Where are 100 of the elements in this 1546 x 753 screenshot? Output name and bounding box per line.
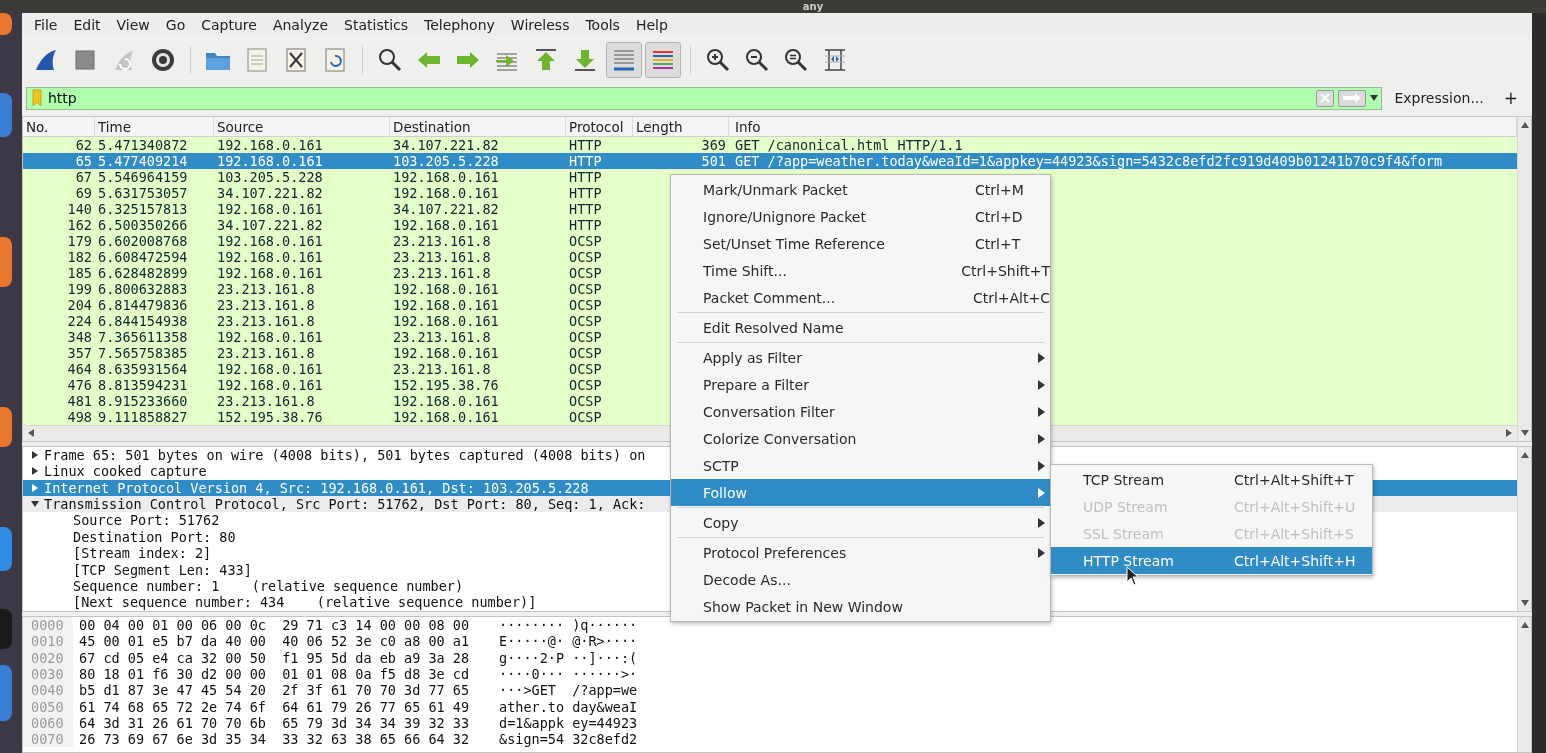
table-cell-text: 69: [74, 184, 93, 201]
table-cell-text: 192.168.0.161: [392, 312, 500, 329]
table-cell-text: 6.325157813: [97, 200, 189, 217]
table-cell-text: 348: [66, 328, 93, 345]
table-cell-text: 182: [66, 248, 93, 265]
table-cell-text: OCSP: [568, 312, 603, 329]
table-cell-text: 23.213.161.8: [392, 328, 492, 345]
table-cell-text: 192.168.0.161: [216, 328, 324, 345]
table-cell-text: 9.111858827: [97, 408, 189, 425]
table-cell-text: 192.168.0.161: [216, 376, 324, 393]
table-cell-text: 7.365611358: [97, 328, 189, 345]
table-cell-text: OCSP: [568, 296, 603, 313]
table-cell-text: OCSP: [568, 248, 603, 265]
table-cell-text: 6.800632883: [97, 280, 189, 297]
table-cell-text: OCSP: [568, 408, 603, 425]
table-cell-text: 224: [66, 312, 93, 329]
table-cell-text: 6.628482899: [97, 264, 189, 281]
table-cell-text: 5.471340872: [97, 136, 189, 153]
ascii-text: d=1&appk ey=44923: [499, 714, 638, 731]
ascii-text: ather.to day&weaI: [499, 698, 638, 715]
table-cell-text: 103.205.5.228: [216, 168, 324, 185]
hex-bytes: 45 00 01 e5 b7 da 40 00 40 06 52 3e c0 a8 00 a1: [79, 633, 471, 650]
table-cell-text: 6.814479836: [97, 296, 189, 313]
table-cell-text: 179: [66, 232, 93, 249]
hex-bytes: 67 cd 05 e4 ca 32 00 50 f1 95 5d da eb a9 3a 28: [79, 649, 471, 666]
ascii-text: ····0··· ······>·: [499, 666, 638, 683]
table-cell-text: 192.168.0.161: [392, 184, 500, 201]
table-cell-text: 199: [66, 280, 93, 297]
table-cell-text: 23.213.161.8: [216, 312, 316, 329]
hex-bytes: 00 04 00 01 00 06 00 0c 29 71 c3 14 00 00 08 00: [79, 617, 471, 634]
table-cell-text: 192.168.0.161: [392, 168, 500, 185]
table-cell-text: 6.500350266: [97, 216, 189, 233]
hex-bytes: 80 18 01 f6 30 d2 00 00 01 01 08 0a f5 d8 3e cd: [79, 666, 471, 683]
table-cell-text: 8.915233660: [97, 392, 189, 409]
offset-cell: 0070: [23, 731, 73, 748]
table-cell-text: 192.168.0.161: [216, 200, 324, 217]
table-cell-text: 23.213.161.8: [216, 280, 316, 297]
offset-cell: 0040: [23, 682, 73, 699]
table-cell-text: 192.168.0.161: [216, 232, 324, 249]
table-cell-text: 23.213.161.8: [216, 344, 316, 361]
table-cell-text: 152.195.38.76: [216, 408, 324, 425]
table-cell-text: HTTP: [568, 200, 603, 217]
table-cell-text: 34.107.221.82: [216, 184, 324, 201]
table-cell-text: OCSP: [568, 360, 603, 377]
table-cell-text: 6.844154938: [97, 312, 189, 329]
table-cell-text: 498: [66, 408, 93, 425]
table-cell-text: 192.168.0.161: [392, 216, 500, 233]
table-cell-text: 62: [74, 136, 93, 153]
table-cell-text: 192.168.0.161: [392, 392, 500, 409]
table-cell-text: 23.213.161.8: [216, 392, 316, 409]
table-cell-text: 192.168.0.161: [392, 408, 500, 425]
table-cell-text: 192.168.0.161: [216, 360, 324, 377]
table-cell-text: 23.213.161.8: [392, 360, 492, 377]
table-cell-text: 34.107.221.82: [392, 136, 500, 153]
table-cell-text: 192.168.0.161: [392, 280, 500, 297]
table-cell-text: HTTP: [568, 136, 603, 153]
table-cell-text: 357: [66, 344, 93, 361]
table-cell-text: 65: [74, 152, 93, 169]
table-cell-text: OCSP: [568, 376, 603, 393]
table-cell-text: OCSP: [568, 232, 603, 249]
hex-bytes: 61 74 68 65 72 2e 74 6f 64 61 79 26 77 65 61 49: [79, 698, 471, 715]
table-cell-text: 23.213.161.8: [216, 296, 316, 313]
ascii-text: g····2·P ··]···:(: [499, 649, 638, 666]
offset-cell: 0010: [23, 633, 73, 650]
table-cell-text: 8.635931564: [97, 360, 189, 377]
table-cell-text: HTTP: [568, 168, 603, 185]
table-cell-text: 34.107.221.82: [392, 200, 500, 217]
table-cell-text: GET /canonical.html HTTP/1.1: [734, 136, 964, 153]
hex-bytes: b5 d1 87 3e 47 45 54 20 2f 3f 61 70 70 3d 77 65: [79, 682, 471, 699]
hex-bytes: 26 73 69 67 6e 3d 35 34 33 32 63 38 65 66 64 32: [79, 731, 471, 748]
table-cell-text: 23.213.161.8: [392, 248, 492, 265]
hex-bytes: 64 3d 31 26 61 70 70 6b 65 79 3d 34 34 39 32 33: [79, 714, 471, 731]
table-cell-text: OCSP: [568, 280, 603, 297]
table-cell-text: 5.477409214: [97, 152, 189, 169]
table-cell-text: 23.213.161.8: [392, 232, 492, 249]
table-cell-text: 162: [66, 216, 93, 233]
table-cell-text: 192.168.0.161: [216, 248, 324, 265]
table-cell-text: 185: [66, 264, 93, 281]
table-cell-text: OCSP: [568, 328, 603, 345]
table-cell-text: 7.565758385: [97, 344, 189, 361]
table-cell-text: 5.546964159: [97, 168, 189, 185]
ascii-text: ········ )q······: [499, 617, 638, 634]
table-cell-text: 481: [66, 392, 93, 409]
table-cell-text: 192.168.0.161: [216, 152, 324, 169]
table-cell-text: 8.813594231: [97, 376, 189, 393]
table-cell-text: 67: [74, 168, 93, 185]
table-cell-text: 192.168.0.161: [392, 296, 500, 313]
table-cell-text: 23.213.161.8: [392, 264, 492, 281]
table-cell-text: 204: [66, 296, 93, 313]
table-cell-text: OCSP: [568, 344, 603, 361]
table-cell-text: HTTP: [568, 216, 603, 233]
ascii-text: &sign=54 32c8efd2: [499, 731, 638, 748]
table-cell-text: HTTP: [568, 152, 603, 169]
table-cell-text: 6.608472594: [97, 248, 189, 265]
table-cell-text: 6.602008768: [97, 232, 189, 249]
table-cell-text: 192.168.0.161: [392, 344, 500, 361]
table-cell-text: 501: [700, 152, 727, 169]
ascii-text: ···>GET /?app=we: [499, 682, 638, 699]
table-cell-text: 476: [66, 376, 93, 393]
table-cell-text: OCSP: [568, 392, 603, 409]
